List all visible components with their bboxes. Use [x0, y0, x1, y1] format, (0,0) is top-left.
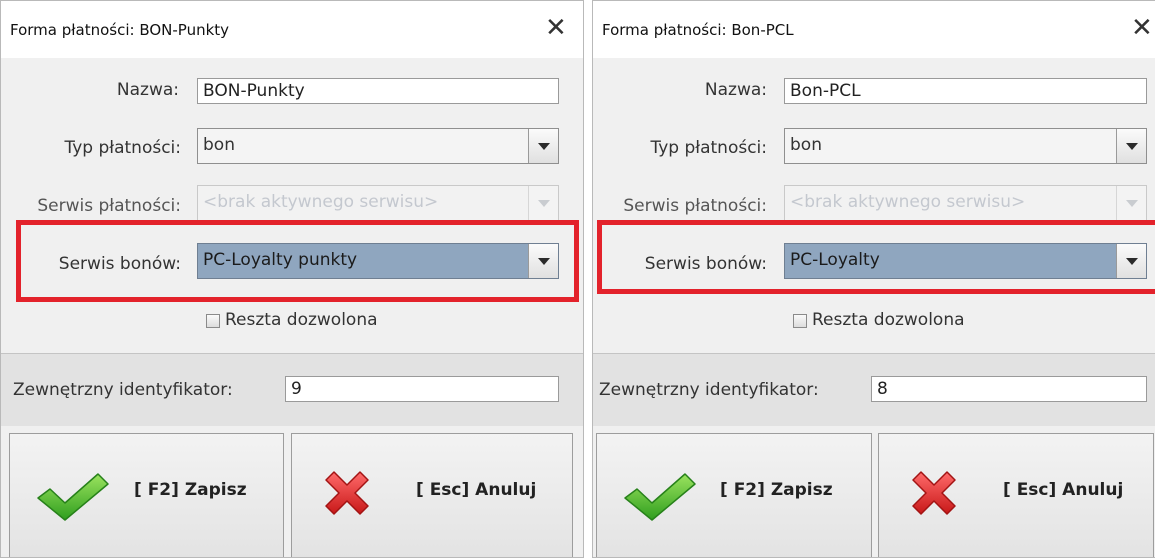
- payment-service-value: <brak aktywnego serwisu>: [203, 192, 439, 212]
- cancel-label: [ Esc] Anuluj: [1003, 480, 1124, 500]
- external-id-field[interactable]: 8: [871, 376, 1147, 402]
- change-allowed-label: Reszta dozwolona: [812, 310, 965, 330]
- chevron-down-icon[interactable]: [1116, 129, 1146, 163]
- chevron-down-icon: [1116, 186, 1146, 220]
- green-checkmark-icon: [37, 473, 109, 521]
- save-label: [ F2] Zapisz: [720, 480, 833, 500]
- payment-service-label: Serwis płatności:: [623, 196, 767, 216]
- cancel-label: [ Esc] Anuluj: [416, 480, 537, 500]
- title-bar: Forma płatności: Bon-PCL ✕: [593, 1, 1155, 58]
- payment-type-label: Typ płatności:: [650, 138, 767, 158]
- name-field[interactable]: BON-Punkty: [197, 78, 559, 104]
- close-icon[interactable]: ✕: [545, 13, 567, 43]
- change-allowed-label: Reszta dozwolona: [225, 310, 378, 330]
- payment-service-select: <brak aktywnego serwisu>: [197, 185, 559, 221]
- payment-type-select[interactable]: bon: [784, 128, 1147, 164]
- dialog-title: Forma płatności: Bon-PCL: [602, 21, 794, 39]
- title-bar: Forma płatności: BON-Punkty ✕: [1, 1, 583, 58]
- name-field[interactable]: Bon-PCL: [784, 78, 1147, 104]
- save-button[interactable]: [ F2] Zapisz: [596, 433, 872, 557]
- save-label: [ F2] Zapisz: [134, 480, 247, 500]
- red-x-icon: [912, 471, 956, 515]
- payment-form-dialog-bon-pcl: Forma płatności: Bon-PCL ✕ Nazwa: Bon-PC…: [592, 0, 1155, 558]
- change-allowed-checkbox[interactable]: [206, 314, 220, 328]
- green-checkmark-icon: [624, 473, 696, 521]
- external-id-label: Zewnętrzny identyfikator:: [599, 380, 819, 400]
- cancel-button[interactable]: [ Esc] Anuluj: [291, 433, 573, 557]
- voucher-service-value: PC-Loyalty punkty: [203, 250, 358, 270]
- cancel-button[interactable]: [ Esc] Anuluj: [878, 433, 1154, 557]
- chevron-down-icon[interactable]: [528, 129, 558, 163]
- payment-type-label: Typ płatności:: [64, 138, 181, 158]
- voucher-service-label: Serwis bonów:: [644, 254, 767, 274]
- external-id-panel: Zewnętrzny identyfikator: 8: [593, 354, 1155, 426]
- payment-service-label: Serwis płatności:: [37, 196, 181, 216]
- close-icon[interactable]: ✕: [1131, 13, 1153, 43]
- voucher-service-select[interactable]: PC-Loyalty punkty: [197, 243, 559, 279]
- payment-type-select[interactable]: bon: [197, 128, 559, 164]
- change-allowed-checkbox[interactable]: [793, 314, 807, 328]
- payment-type-value: bon: [203, 135, 235, 155]
- external-id-panel: Zewnętrzny identyfikator: 9: [1, 354, 583, 426]
- chevron-down-icon[interactable]: [1116, 244, 1146, 278]
- dialog-title: Forma płatności: BON-Punkty: [10, 21, 230, 39]
- external-id-field[interactable]: 9: [285, 376, 559, 402]
- payment-type-value: bon: [790, 135, 822, 155]
- red-x-icon: [325, 471, 369, 515]
- payment-form-dialog-bon-punkty: Forma płatności: BON-Punkty ✕ Nazwa: BON…: [0, 0, 584, 558]
- payment-service-select: <brak aktywnego serwisu>: [784, 185, 1147, 221]
- external-id-label: Zewnętrzny identyfikator:: [13, 380, 233, 400]
- chevron-down-icon[interactable]: [528, 244, 558, 278]
- save-button[interactable]: [ F2] Zapisz: [9, 433, 284, 557]
- voucher-service-value: PC-Loyalty: [790, 250, 880, 270]
- chevron-down-icon: [528, 186, 558, 220]
- payment-service-value: <brak aktywnego serwisu>: [790, 192, 1026, 212]
- name-label: Nazwa:: [704, 80, 767, 100]
- voucher-service-label: Serwis bonów:: [58, 254, 181, 274]
- voucher-service-select[interactable]: PC-Loyalty: [784, 243, 1147, 279]
- name-label: Nazwa:: [116, 80, 179, 100]
